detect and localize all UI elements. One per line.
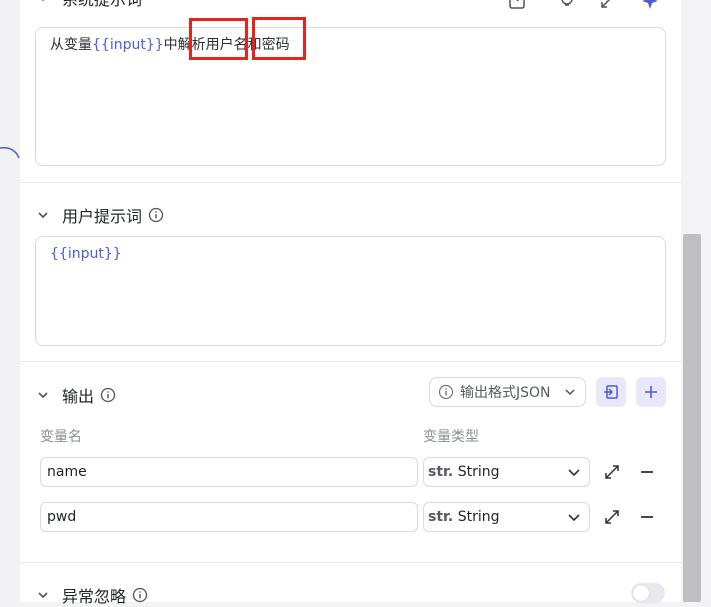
exception-header[interactable]: 异常忽略 — [36, 583, 148, 607]
lightbulb-icon[interactable] — [558, 0, 576, 10]
system-prompt-header[interactable]: 系统提示词 — [36, 0, 142, 10]
section-divider — [20, 562, 681, 563]
output-header[interactable]: 输出 — [36, 383, 116, 407]
system-prompt-variable: {{input}} — [92, 37, 164, 53]
system-prompt-text-before: 从变量 — [50, 37, 92, 53]
user-prompt-variable: {{input}} — [50, 246, 122, 262]
system-prompt-textarea[interactable]: 从变量{{input}}中解析用户名和密码 — [35, 27, 666, 166]
info-icon[interactable] — [132, 587, 148, 603]
type-prefix: str. — [428, 464, 454, 480]
section-divider — [20, 182, 681, 183]
info-icon[interactable] — [100, 387, 116, 403]
chevron-down-icon — [38, 592, 48, 599]
output-format-dropdown[interactable]: 输出格式JSON — [429, 377, 586, 407]
expand-icon[interactable] — [599, 0, 617, 10]
variable-name-input[interactable]: name — [40, 457, 418, 487]
type-name: String — [457, 464, 500, 480]
system-prompt-title: 系统提示词 — [62, 0, 142, 10]
variable-type-select[interactable]: str. String — [423, 457, 590, 487]
exception-title: 异常忽略 — [62, 587, 127, 606]
column-header-variable-type: 变量类型 — [423, 429, 479, 445]
expand-icon[interactable] — [603, 508, 621, 526]
toggle-knob — [633, 585, 649, 601]
section-divider — [20, 361, 681, 362]
chevron-down-icon — [565, 389, 575, 396]
scrollbar-thumb[interactable] — [683, 234, 701, 602]
chevron-down-icon — [568, 514, 580, 522]
info-icon — [438, 384, 454, 400]
import-icon — [604, 385, 618, 399]
workflow-canvas — [0, 0, 20, 602]
plus-icon — [645, 386, 657, 398]
variable-name-input[interactable]: pwd — [40, 502, 418, 532]
user-prompt-title: 用户提示词 — [62, 207, 143, 226]
chevron-down-icon — [38, 212, 48, 219]
chevron-down-icon — [41, 0, 45, 2]
user-prompt-textarea[interactable]: {{input}} — [35, 236, 666, 346]
column-header-variable-name: 变量名 — [40, 429, 82, 445]
add-output-button[interactable] — [636, 377, 666, 407]
user-prompt-header[interactable]: 用户提示词 — [36, 203, 164, 227]
canvas-connection-line — [0, 146, 20, 159]
remove-icon[interactable] — [638, 508, 656, 526]
expand-icon[interactable] — [603, 463, 621, 481]
type-name: String — [457, 509, 500, 525]
output-title: 输出 — [62, 387, 95, 406]
import-output-button[interactable] — [596, 377, 626, 407]
export-icon[interactable] — [508, 0, 526, 10]
highlight-box-username — [189, 18, 248, 60]
ai-sparkle-icon[interactable] — [641, 0, 659, 10]
variable-type-select[interactable]: str. String — [423, 502, 590, 532]
chevron-down-icon — [568, 469, 580, 477]
type-prefix: str. — [428, 509, 454, 525]
highlight-box-password — [252, 17, 306, 60]
remove-icon[interactable] — [638, 463, 656, 481]
exception-toggle[interactable] — [631, 583, 665, 603]
output-format-label: 输出格式JSON — [460, 385, 551, 401]
info-icon[interactable] — [148, 207, 164, 223]
chevron-down-icon — [38, 392, 48, 399]
